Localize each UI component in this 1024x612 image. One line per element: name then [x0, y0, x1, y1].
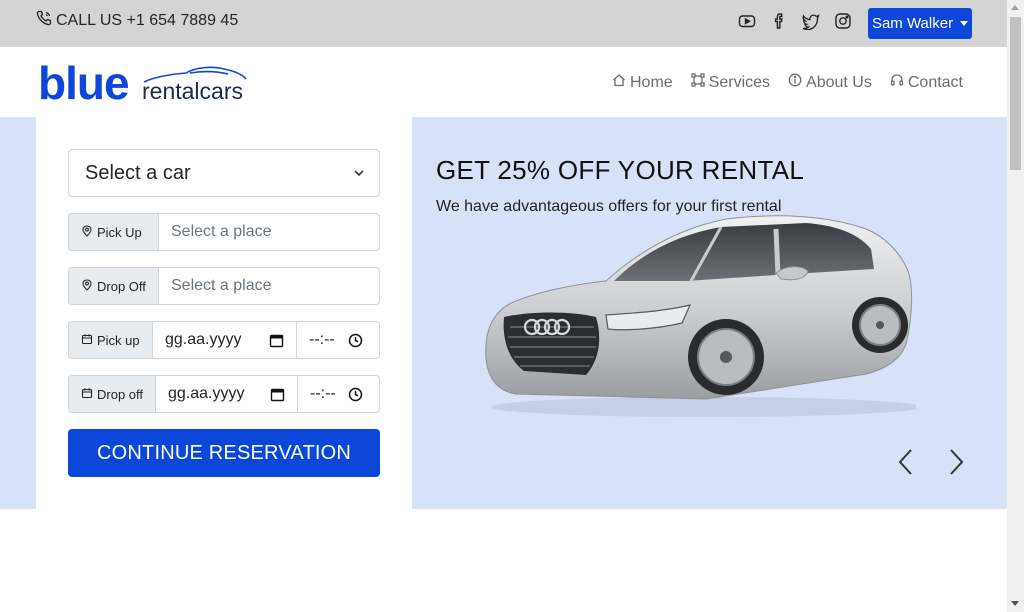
- calendar-icon: [81, 387, 93, 402]
- nav-contact-label: Contact: [907, 73, 963, 91]
- headset-icon: [890, 73, 904, 92]
- dropoff-location-input[interactable]: Select a place: [159, 268, 379, 304]
- dropoff-datetime-group: Drop off gg.aa.yyyy --:--: [68, 375, 380, 413]
- logo-main-text: blue: [38, 57, 130, 109]
- promo-title: GET 25% OFF YOUR RENTAL: [436, 155, 805, 185]
- dropoff-date-label: Drop off: [97, 386, 144, 402]
- services-icon: [691, 73, 705, 92]
- call-us: CALL US +1 654 7889 45: [36, 10, 238, 31]
- dropoff-location-addon: Drop Off: [69, 268, 159, 304]
- scrollbar-thumb[interactable]: [1010, 17, 1021, 170]
- main-nav: Home Services About Us Contact: [612, 73, 963, 92]
- home-icon: [612, 73, 626, 92]
- pickup-date-input[interactable]: gg.aa.yyyy: [153, 322, 297, 358]
- nav-services[interactable]: Services: [691, 73, 770, 92]
- dropoff-location-group: Drop Off Select a place: [68, 267, 380, 305]
- car-image: [485, 215, 916, 417]
- user-menu-button[interactable]: Sam Walker: [868, 8, 972, 39]
- scroll-up-icon[interactable]: [1011, 5, 1019, 10]
- nav-services-label: Services: [708, 73, 771, 91]
- calendar-icon: [81, 333, 93, 348]
- page-scrollbar[interactable]: [1007, 0, 1024, 612]
- calendar-picker-icon[interactable]: [269, 333, 284, 348]
- nav-contact[interactable]: Contact: [890, 73, 963, 92]
- pickup-datetime-group: Pick up gg.aa.yyyy --:--: [68, 321, 380, 359]
- nav-about[interactable]: About Us: [788, 73, 872, 92]
- map-pin-icon: [81, 224, 93, 240]
- dropoff-date-addon: Drop off: [69, 376, 156, 412]
- logo-sub-text: rentalcars: [142, 78, 243, 104]
- pickup-location-input[interactable]: Select a place: [159, 214, 379, 250]
- dropoff-time-value: --:--: [310, 385, 336, 402]
- phone-icon: [36, 10, 52, 31]
- dropoff-date-input[interactable]: gg.aa.yyyy: [156, 376, 298, 412]
- scroll-down-icon[interactable]: [1011, 601, 1019, 606]
- hero-section: Select a car Pick Up Select a place Drop…: [0, 117, 1007, 509]
- dropoff-date-value: gg.aa.yyyy: [168, 385, 245, 402]
- car-select[interactable]: Select a car: [68, 149, 380, 197]
- dropoff-time-input[interactable]: --:--: [298, 376, 379, 412]
- calendar-picker-icon[interactable]: [270, 387, 285, 402]
- call-us-text: CALL US +1 654 7889 45: [56, 11, 239, 29]
- twitter-icon[interactable]: [802, 12, 820, 30]
- top-bar: CALL US +1 654 7889 45 Sam Walker: [0, 0, 1007, 47]
- clock-icon[interactable]: [348, 387, 363, 402]
- nav-home-label: Home: [630, 73, 673, 91]
- nav-about-label: About Us: [806, 73, 872, 91]
- page: CALL US +1 654 7889 45 Sam Walker blue r…: [0, 0, 1024, 612]
- pickup-date-addon: Pick up: [69, 322, 153, 358]
- pickup-date-label: Pick up: [97, 332, 140, 348]
- nav-home[interactable]: Home: [612, 73, 673, 92]
- pickup-date-value: gg.aa.yyyy: [165, 331, 242, 348]
- user-name: Sam Walker: [871, 15, 954, 32]
- carousel-prev-icon[interactable]: [896, 447, 916, 477]
- pickup-location-label: Pick Up: [97, 224, 142, 240]
- reservation-form: Select a car Pick Up Select a place Drop…: [36, 117, 412, 509]
- car-select-value: Select a car: [85, 161, 191, 184]
- carousel-next-icon[interactable]: [946, 447, 966, 477]
- info-icon: [788, 73, 802, 92]
- dropoff-location-label: Drop Off: [97, 278, 146, 294]
- social-links: [738, 12, 852, 30]
- map-pin-icon: [81, 278, 93, 294]
- pickup-time-input[interactable]: --:--: [297, 322, 379, 358]
- continue-reservation-button[interactable]: CONTINUE RESERVATION: [68, 429, 380, 477]
- chevron-down-icon: [354, 170, 364, 177]
- instagram-icon[interactable]: [834, 12, 852, 30]
- facebook-icon[interactable]: [770, 12, 788, 30]
- youtube-icon[interactable]: [738, 12, 756, 30]
- pickup-location-group: Pick Up Select a place: [68, 213, 380, 251]
- clock-icon[interactable]: [348, 333, 363, 348]
- logo[interactable]: blue rentalcars: [38, 57, 253, 109]
- pickup-location-addon: Pick Up: [69, 214, 159, 250]
- caret-down-icon: [960, 21, 969, 26]
- pickup-time-value: --:--: [309, 331, 335, 348]
- site-header: blue rentalcars Home Services About Us C…: [0, 47, 1007, 117]
